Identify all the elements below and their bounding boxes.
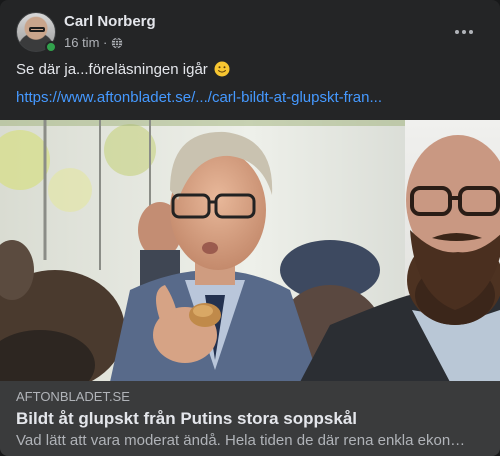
post-timestamp[interactable]: 16 tim · bbox=[64, 34, 107, 52]
post-card: Carl Norberg 16 tim · Se där ja...förelä… bbox=[0, 0, 500, 456]
author-name[interactable]: Carl Norberg bbox=[64, 12, 156, 32]
post-header: Carl Norberg 16 tim · bbox=[16, 12, 484, 54]
more-options-icon[interactable] bbox=[450, 18, 478, 46]
post-meta: 16 tim · bbox=[64, 34, 123, 52]
link-description: Vad lätt att vara moderat ändå. Hela tid… bbox=[16, 432, 466, 449]
post-text: Se där ja...föreläsningen igår bbox=[16, 60, 484, 80]
link-preview-image[interactable] bbox=[0, 120, 500, 382]
link-title: Bildt åt glupskt från Putins stora sopps… bbox=[16, 409, 357, 428]
online-status-dot bbox=[45, 41, 57, 53]
post-message: Se där ja...föreläsningen igår bbox=[16, 61, 208, 78]
smiley-emoji-icon bbox=[214, 61, 230, 77]
globe-icon[interactable] bbox=[111, 37, 123, 49]
author-avatar[interactable] bbox=[16, 12, 57, 53]
post-link[interactable]: https://www.aftonbladet.se/.../carl-bild… bbox=[16, 88, 484, 108]
link-preview-footer[interactable]: AFTONBLADET.SE Bildt åt glupskt från Put… bbox=[0, 381, 500, 456]
link-domain: AFTONBLADET.SE bbox=[16, 389, 130, 404]
